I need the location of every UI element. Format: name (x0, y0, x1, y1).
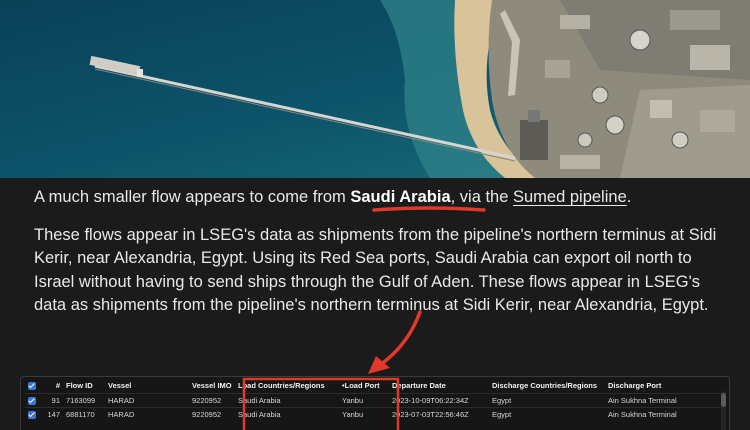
checkbox-checked-icon (28, 397, 36, 405)
lead-prefix: A much smaller flow appears to come from (34, 188, 351, 206)
cell-departure-date: 2023-07-03T22:56:46Z (389, 407, 489, 421)
col-header-discharge-countries[interactable]: Discharge Countries/Regions (489, 377, 605, 394)
table-row[interactable]: 91 7163099 HARAD 9220952 Saudi Arabia Ya… (25, 393, 721, 408)
row-checkbox[interactable] (25, 393, 41, 408)
flows-table: # Flow ID Vessel Vessel IMO Load Countri… (25, 377, 721, 421)
flows-paragraph: These flows appear in LSEG's data as shi… (34, 225, 717, 315)
checkbox-checked-icon (28, 381, 36, 390)
col-header-vessel-imo[interactable]: Vessel IMO (189, 377, 235, 394)
select-all-checkbox[interactable] (25, 377, 41, 394)
cell-discharge-country: Egypt (489, 407, 605, 421)
table-header-row: # Flow ID Vessel Vessel IMO Load Countri… (25, 377, 721, 394)
table-scrollbar[interactable] (721, 391, 726, 430)
table-row[interactable]: 147 6881170 HARAD 9220952 Saudi Arabia Y… (25, 407, 721, 421)
cell-flow-id: 7163099 (63, 393, 105, 408)
cell-departure-date: 2023-10-09T06:22:34Z (389, 393, 489, 408)
satellite-image (0, 0, 750, 178)
lead-sentence: A much smaller flow appears to come from… (34, 186, 724, 210)
cell-index: 147 (41, 407, 63, 421)
col-header-flow-id[interactable]: Flow ID (63, 377, 105, 394)
col-header-index[interactable]: # (41, 377, 63, 394)
cell-discharge-port: Ain Sukhna Terminal (605, 407, 721, 421)
cell-load-port: Yanbu (339, 393, 389, 408)
lead-suffix: . (626, 188, 632, 206)
sumed-pipeline-link[interactable]: Sumed pipeline (513, 188, 627, 206)
highlight-saudi-arabia: Saudi Arabia (350, 188, 451, 206)
col-header-vessel[interactable]: Vessel (105, 377, 189, 394)
col-header-discharge-port[interactable]: Discharge Port (605, 377, 721, 394)
cell-flow-id: 6881170 (63, 407, 105, 421)
cell-discharge-country: Egypt (489, 393, 605, 408)
article-body: A much smaller flow appears to come from… (34, 178, 724, 318)
cell-index: 91 (41, 393, 63, 408)
annotation-arrowhead (368, 356, 390, 374)
checkbox-checked-icon (28, 411, 36, 419)
cell-load-country: Saudi Arabia (235, 393, 339, 408)
cell-load-port: Yanbu (339, 407, 389, 421)
row-checkbox[interactable] (25, 407, 41, 421)
cell-discharge-port: Ain Sukhna Terminal (605, 393, 721, 408)
cell-load-country: Saudi Arabia (235, 407, 339, 421)
col-header-load-port[interactable]: •Load Port (339, 377, 389, 394)
annotation-arrow (378, 310, 422, 367)
col-header-load-countries[interactable]: Load Countries/Regions (235, 377, 339, 394)
col-header-departure-date[interactable]: Departure Date (389, 377, 489, 394)
lead-mid: , via the (450, 188, 513, 206)
flows-table-panel: # Flow ID Vessel Vessel IMO Load Countri… (20, 376, 730, 430)
cell-vessel: HARAD (105, 393, 189, 408)
cell-vessel-imo: 9220952 (189, 393, 235, 408)
page: A much smaller flow appears to come from… (0, 0, 750, 430)
cell-vessel: HARAD (105, 407, 189, 421)
table-scrollbar-thumb[interactable] (721, 393, 726, 407)
cell-vessel-imo: 9220952 (189, 407, 235, 421)
